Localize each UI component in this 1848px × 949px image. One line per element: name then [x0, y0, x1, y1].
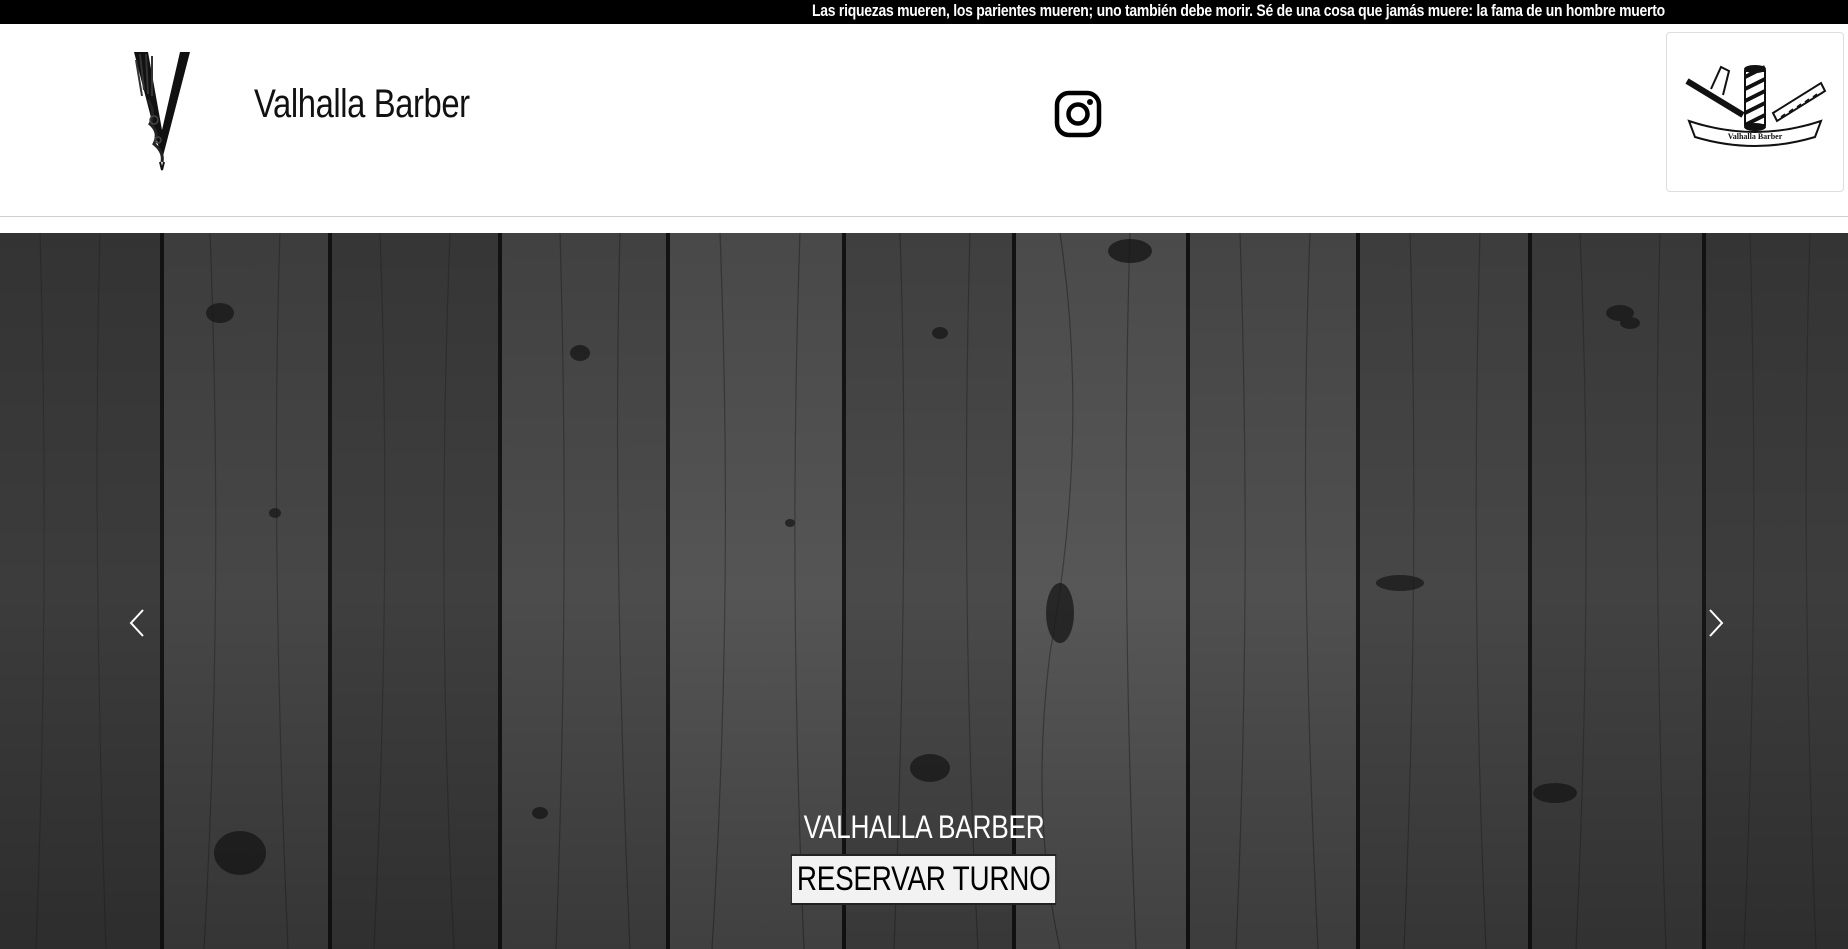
chevron-left-icon: [129, 609, 144, 637]
chevron-right-icon: [1709, 609, 1724, 637]
barber-badge[interactable]: Valhalla Barber: [1666, 32, 1844, 192]
carousel-prev-button[interactable]: [107, 573, 167, 673]
hero-carousel: VALHALLA BARBER RESERVAR TURNO: [0, 233, 1848, 949]
book-appointment-button[interactable]: RESERVAR TURNO: [790, 854, 1058, 905]
hero-caption-title: VALHALLA BARBER: [803, 809, 1045, 845]
site-header: Valhalla Barber Valhalla Barber: [0, 24, 1848, 217]
announcement-text: Las riquezas mueren, los parientes muere…: [812, 1, 1665, 20]
viking-v-axe-icon[interactable]: [132, 50, 192, 172]
badge-banner-text: Valhalla Barber: [1728, 132, 1783, 141]
instagram-icon[interactable]: [1054, 90, 1102, 138]
carousel-next-button[interactable]: [1686, 573, 1746, 673]
hero-caption: VALHALLA BARBER RESERVAR TURNO: [0, 809, 1848, 905]
announcement-bar: Las riquezas mueren, los parientes muere…: [0, 0, 1848, 24]
brand-name[interactable]: Valhalla Barber: [254, 82, 470, 127]
barber-pole-razor-comb-icon: Valhalla Barber: [1685, 65, 1827, 147]
